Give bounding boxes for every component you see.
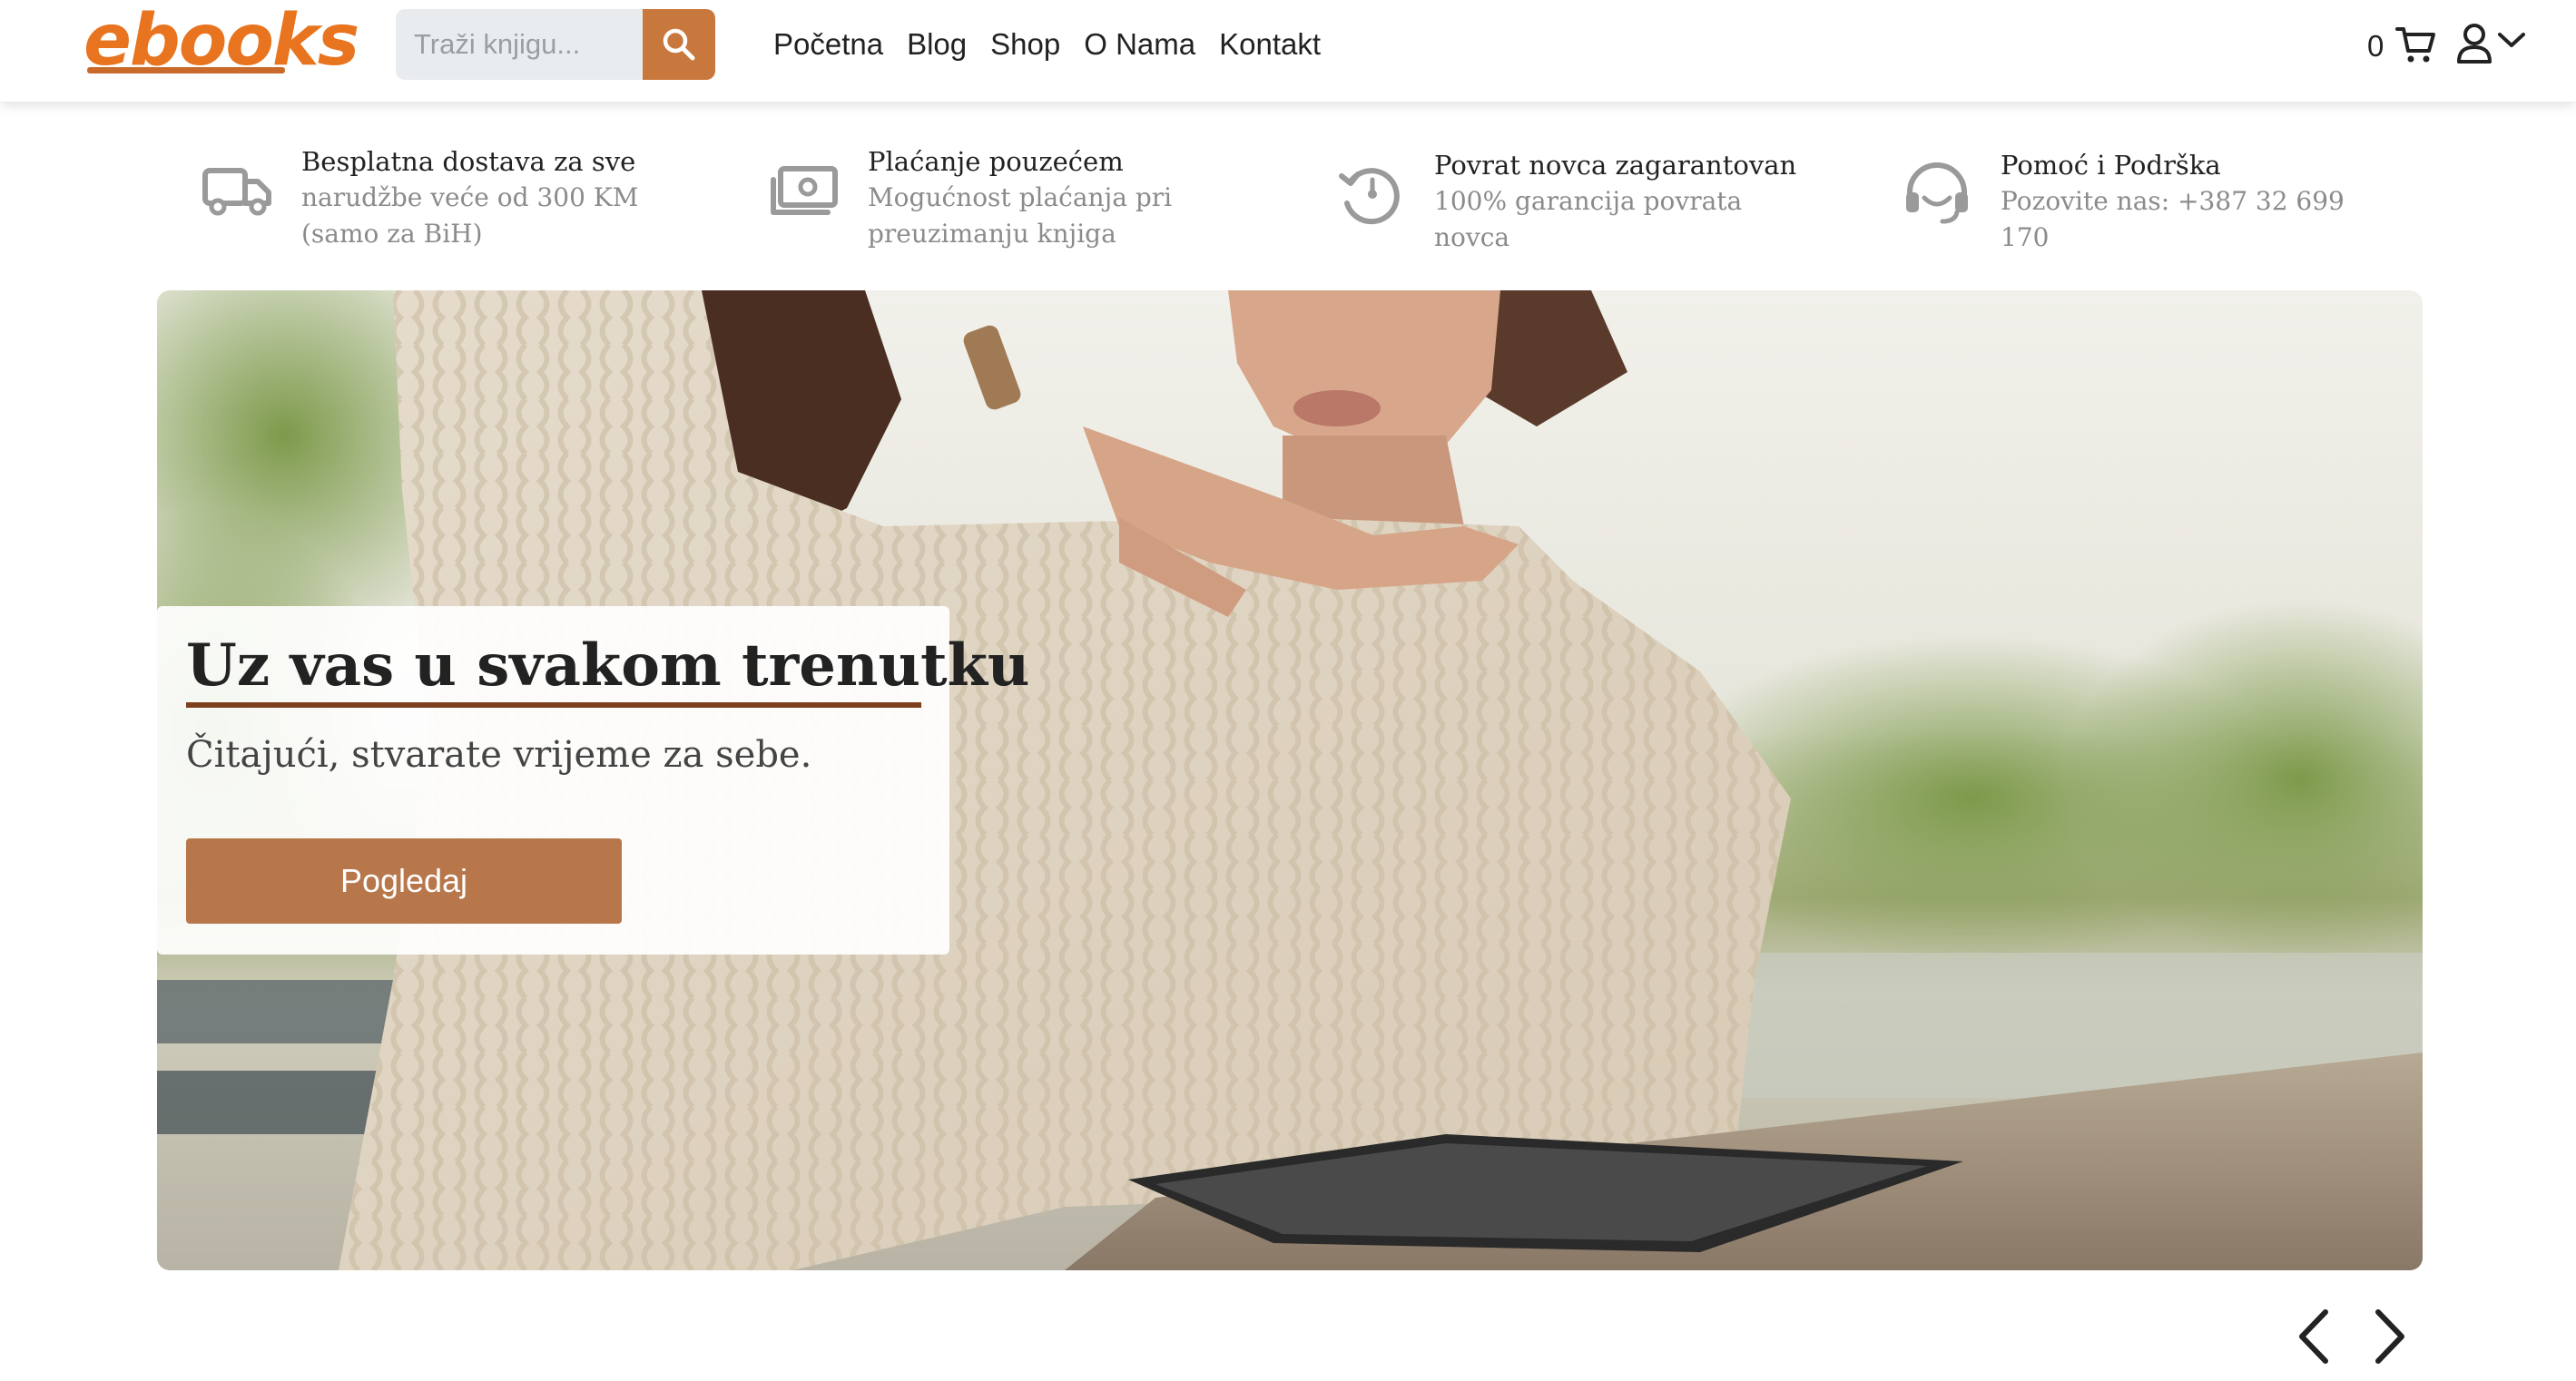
nav-item-kontakt[interactable]: Kontakt [1219, 24, 1321, 65]
nav-item-shop[interactable]: Shop [990, 24, 1060, 65]
user-icon[interactable] [2456, 22, 2492, 65]
search-input[interactable] [396, 9, 643, 80]
feature-title: Plaćanje pouzećem [868, 146, 1124, 177]
logo-underline [87, 67, 285, 73]
headset-icon [1906, 162, 1968, 224]
nav-item-blog[interactable]: Blog [907, 24, 967, 65]
feature-subtitle: Mogućnost plaćanja pri preuzimanju knjig… [868, 182, 1173, 249]
feature-subtitle: 100% garancija povrata novca [1434, 186, 1743, 252]
money-back-icon [1339, 168, 1400, 225]
feature-title: Povrat novca zagarantovan [1434, 150, 1797, 181]
hero-title-underline [186, 702, 921, 708]
nav-item-o-nama[interactable]: O Nama [1084, 24, 1195, 65]
truck-icon [202, 168, 271, 216]
feature-subtitle: narudžbe veće od 300 KM (samo za BiH) [301, 182, 639, 249]
chevron-right-icon[interactable] [2362, 1305, 2416, 1368]
cash-icon [771, 166, 838, 215]
hero-title: Uz vas u svakom trenutku [186, 632, 1030, 700]
main-nav: Početna Blog Shop O Nama Kontakt [773, 24, 1321, 65]
feature-title: Besplatna dostava za sve [301, 146, 636, 177]
hero-card: Uz vas u svakom trenutku Čitajući, stvar… [157, 606, 1029, 955]
feature-title: Pomoć i Podrška [2001, 150, 2221, 181]
search-icon [663, 28, 695, 61]
search-button[interactable] [643, 9, 715, 80]
chevron-down-icon[interactable] [2496, 29, 2527, 51]
cart-icon[interactable] [2394, 24, 2436, 65]
view-button[interactable]: Pogledaj [186, 838, 622, 924]
cart-count[interactable]: 0 [2367, 25, 2384, 67]
feature-subtitle: Pozovite nas: +387 32 699 170 [2001, 186, 2345, 252]
search-bar [396, 9, 715, 80]
hero-subtitle: Čitajući, stvarate vrijeme za sebe. [186, 734, 812, 776]
site-header: ebooks Početna Blog Shop O Nama Kontakt … [0, 0, 2576, 102]
nav-item-pocetna[interactable]: Početna [773, 24, 883, 65]
chevron-left-icon[interactable] [2287, 1305, 2342, 1368]
